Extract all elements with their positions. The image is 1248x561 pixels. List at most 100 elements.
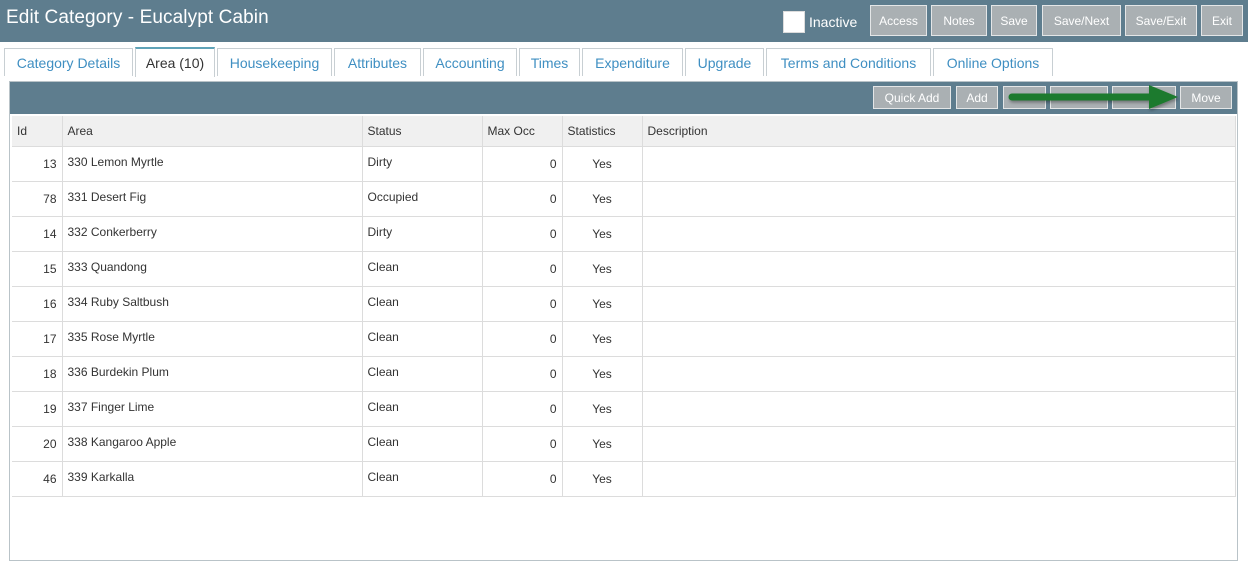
cell-id: 13 (12, 146, 63, 182)
cell-status: Clean (362, 461, 483, 497)
cell-max-occ: 0 (482, 181, 563, 217)
cell-description (642, 356, 1236, 392)
cell-id: 18 (12, 356, 63, 392)
cell-statistics: Yes (562, 426, 643, 462)
cell-status: Dirty (362, 146, 483, 182)
table-row[interactable]: 20 338 Kangaroo Apple Clean 0 Yes (12, 426, 1236, 462)
toolbar-button-blank-1[interactable] (1003, 86, 1046, 109)
cell-max-occ: 0 (482, 251, 563, 287)
cell-max-occ: 0 (482, 356, 563, 392)
cell-max-occ: 0 (482, 426, 563, 462)
cell-id: 46 (12, 461, 63, 497)
tab-area[interactable]: Area (10) (135, 47, 215, 77)
cell-area: 338 Kangaroo Apple (62, 426, 363, 462)
cell-area: 334 Ruby Saltbush (62, 286, 363, 322)
column-header-status[interactable]: Status (362, 116, 483, 147)
inactive-checkbox[interactable] (783, 11, 805, 33)
column-header-statistics[interactable]: Statistics (562, 116, 643, 147)
inactive-label: Inactive (809, 14, 858, 30)
table-row[interactable]: 13 330 Lemon Myrtle Dirty 0 Yes (12, 146, 1236, 182)
cell-max-occ: 0 (482, 286, 563, 322)
table-header-row: Id Area Status Max Occ Statistics Descri… (12, 116, 1236, 147)
table-row[interactable]: 19 337 Finger Lime Clean 0 Yes (12, 391, 1236, 427)
cell-area: 335 Rose Myrtle (62, 321, 363, 357)
add-button[interactable]: Add (956, 86, 998, 109)
cell-description (642, 426, 1236, 462)
tab-online-options[interactable]: Online Options (933, 48, 1053, 76)
cell-area: 331 Desert Fig (62, 181, 363, 217)
tab-attributes[interactable]: Attributes (334, 48, 421, 76)
cell-status: Clean (362, 391, 483, 427)
cell-status: Dirty (362, 216, 483, 252)
cell-max-occ: 0 (482, 321, 563, 357)
cell-area: 332 Conkerberry (62, 216, 363, 252)
area-panel: Quick Add Add Move Id Area Status Max Oc… (9, 81, 1238, 561)
cell-status: Clean (362, 426, 483, 462)
cell-area: 339 Karkalla (62, 461, 363, 497)
cell-area: 337 Finger Lime (62, 391, 363, 427)
cell-statistics: Yes (562, 356, 643, 392)
cell-status: Clean (362, 321, 483, 357)
cell-description (642, 146, 1236, 182)
inactive-toggle[interactable]: Inactive (783, 11, 857, 33)
cell-area: 336 Burdekin Plum (62, 356, 363, 392)
tab-times[interactable]: Times (519, 48, 580, 76)
tab-expenditure[interactable]: Expenditure (582, 48, 683, 76)
cell-description (642, 181, 1236, 217)
cell-max-occ: 0 (482, 216, 563, 252)
cell-id: 17 (12, 321, 63, 357)
save-next-button[interactable]: Save/Next (1042, 5, 1121, 36)
access-button[interactable]: Access (870, 5, 927, 36)
cell-statistics: Yes (562, 146, 643, 182)
cell-description (642, 391, 1236, 427)
cell-id: 16 (12, 286, 63, 322)
cell-status: Occupied (362, 181, 483, 217)
table-row[interactable]: 78 331 Desert Fig Occupied 0 Yes (12, 181, 1236, 217)
cell-description (642, 251, 1236, 287)
tab-accounting[interactable]: Accounting (423, 48, 517, 76)
tab-bar: Category Details Area (10) Housekeeping … (0, 43, 1248, 77)
table-row[interactable]: 17 335 Rose Myrtle Clean 0 Yes (12, 321, 1236, 357)
save-button[interactable]: Save (991, 5, 1037, 36)
save-exit-button[interactable]: Save/Exit (1125, 5, 1197, 36)
cell-statistics: Yes (562, 286, 643, 322)
cell-id: 20 (12, 426, 63, 462)
column-header-max-occ[interactable]: Max Occ (482, 116, 563, 147)
table-row[interactable]: 15 333 Quandong Clean 0 Yes (12, 251, 1236, 287)
area-table: Id Area Status Max Occ Statistics Descri… (12, 116, 1236, 497)
notes-button[interactable]: Notes (931, 5, 987, 36)
tab-terms-and-conditions[interactable]: Terms and Conditions (766, 48, 931, 76)
tab-category-details[interactable]: Category Details (4, 48, 133, 76)
cell-description (642, 216, 1236, 252)
table-row[interactable]: 16 334 Ruby Saltbush Clean 0 Yes (12, 286, 1236, 322)
cell-id: 14 (12, 216, 63, 252)
cell-statistics: Yes (562, 251, 643, 287)
cell-statistics: Yes (562, 391, 643, 427)
cell-statistics: Yes (562, 216, 643, 252)
toolbar-button-blank-3[interactable] (1112, 86, 1176, 109)
cell-description (642, 286, 1236, 322)
cell-max-occ: 0 (482, 391, 563, 427)
cell-id: 19 (12, 391, 63, 427)
column-header-id[interactable]: Id (12, 116, 63, 147)
cell-area: 333 Quandong (62, 251, 363, 287)
tab-upgrade[interactable]: Upgrade (685, 48, 764, 76)
cell-description (642, 461, 1236, 497)
move-button[interactable]: Move (1180, 86, 1232, 109)
tab-housekeeping[interactable]: Housekeeping (217, 48, 332, 76)
table-row[interactable]: 14 332 Conkerberry Dirty 0 Yes (12, 216, 1236, 252)
cell-statistics: Yes (562, 181, 643, 217)
area-toolbar: Quick Add Add Move (10, 82, 1237, 114)
column-header-area[interactable]: Area (62, 116, 363, 147)
toolbar-button-blank-2[interactable] (1050, 86, 1108, 109)
quick-add-button[interactable]: Quick Add (873, 86, 951, 109)
cell-max-occ: 0 (482, 146, 563, 182)
column-header-description[interactable]: Description (642, 116, 1236, 147)
cell-status: Clean (362, 251, 483, 287)
cell-statistics: Yes (562, 461, 643, 497)
table-row[interactable]: 18 336 Burdekin Plum Clean 0 Yes (12, 356, 1236, 392)
cell-status: Clean (362, 356, 483, 392)
table-row[interactable]: 46 339 Karkalla Clean 0 Yes (12, 461, 1236, 497)
exit-button[interactable]: Exit (1201, 5, 1243, 36)
cell-id: 15 (12, 251, 63, 287)
